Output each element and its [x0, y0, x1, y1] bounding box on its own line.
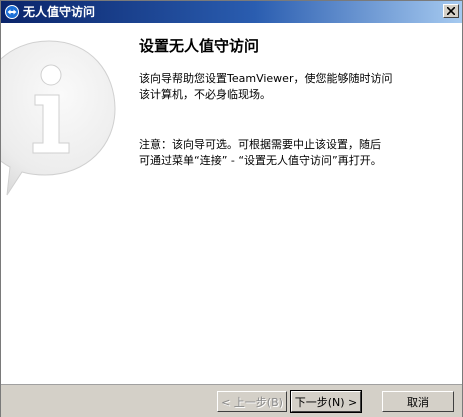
intro-line-1: 该向导帮助您设置TeamViewer，使您能够随时访问 [139, 72, 393, 85]
cancel-button[interactable]: 取消 [382, 391, 454, 412]
info-bubble-icon [1, 40, 116, 196]
teamviewer-icon [5, 5, 19, 19]
next-button[interactable]: 下一步(N) > [290, 390, 362, 413]
close-icon [447, 7, 455, 15]
intro-line-2: 该计算机，不必身临现场。 [139, 88, 271, 101]
close-button[interactable] [443, 4, 459, 18]
back-button[interactable]: < 上一步(B) [217, 391, 287, 412]
wizard-window: 无人值守访问 设置无人值守访问 该向导帮助您设置TeamViewer，使您能够随… [0, 0, 463, 417]
wizard-content: 设置无人值守访问 该向导帮助您设置TeamViewer，使您能够随时访问 该计算… [1, 23, 462, 384]
window-title: 无人值守访问 [23, 5, 96, 19]
title-bar[interactable]: 无人值守访问 [1, 1, 462, 23]
note-line-2: 可通过菜单“连接” - “设置无人值守访问”再打开。 [139, 154, 382, 167]
page-title: 设置无人值守访问 [139, 37, 260, 55]
intro-text: 该向导帮助您设置TeamViewer，使您能够随时访问 该计算机，不必身临现场。 [139, 71, 392, 103]
note-line-1: 注意：该向导可选。可根据需要中止该设置，随后 [139, 138, 381, 151]
button-bar: < 上一步(B) 下一步(N) > 取消 [1, 384, 462, 417]
